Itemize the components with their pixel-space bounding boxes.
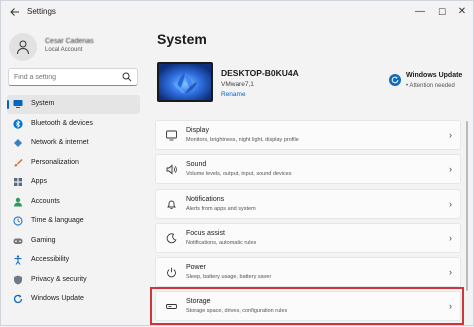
sidebar-item-system[interactable]: System xyxy=(7,95,140,114)
device-name: DESKTOP-B0KU4A xyxy=(221,68,299,78)
setting-card-power[interactable]: Power Sleep, battery usage, battery save… xyxy=(155,257,461,288)
settings-list: Display Monitors, brightness, night ligh… xyxy=(155,120,461,326)
bell-icon xyxy=(167,200,176,209)
card-description: Sleep, battery usage, battery saver xyxy=(186,274,272,281)
sidebar-item-label: Personalization xyxy=(31,158,79,166)
card-description: Storage space, drives, configuration rul… xyxy=(186,308,288,315)
settings-window: Settings — ☐ ✕ Cesar Cadenas Local Accou… xyxy=(0,0,474,326)
title-bar: Settings — ☐ ✕ xyxy=(1,1,473,25)
user-icon xyxy=(17,40,29,55)
sidebar-item-label: Time & language xyxy=(31,217,84,224)
moon-icon xyxy=(166,233,177,244)
windows-update-label[interactable]: Windows Update xyxy=(406,72,462,79)
sidebar-item-network[interactable]: Network & internet xyxy=(7,134,140,153)
search-icon[interactable] xyxy=(122,72,132,82)
sidebar-item-accessibility[interactable]: Accessibility xyxy=(7,251,140,270)
setting-card-focus-assist[interactable]: Focus assist Notifications, automatic ru… xyxy=(155,222,461,253)
speaker-icon xyxy=(166,164,177,175)
device-thumbnail xyxy=(157,62,213,102)
nav-list: System Bluetooth & devices Network & int… xyxy=(7,95,140,310)
bluetooth-icon xyxy=(13,118,23,129)
card-description: Notifications, automatic rules xyxy=(186,239,257,246)
search-input[interactable] xyxy=(14,71,114,83)
search-box[interactable] xyxy=(8,68,138,86)
card-title: Storage xyxy=(186,298,211,306)
accessibility-icon xyxy=(14,255,22,265)
sidebar-item-time-language[interactable]: Time & language xyxy=(7,212,140,231)
chevron-right-icon: › xyxy=(449,267,452,278)
sidebar-item-label: Privacy & security xyxy=(31,275,87,283)
app-title: Settings xyxy=(27,7,56,16)
sidebar-item-label: Bluetooth & devices xyxy=(31,119,93,127)
update-icon xyxy=(13,294,23,304)
maximize-button[interactable]: ☐ xyxy=(433,4,451,20)
sidebar-item-apps[interactable]: Apps xyxy=(7,173,140,192)
minimize-button[interactable]: — xyxy=(411,4,429,20)
back-arrow-icon[interactable] xyxy=(7,5,23,21)
card-title: Sound xyxy=(186,161,207,169)
brush-icon xyxy=(14,158,23,166)
display-icon xyxy=(166,130,177,141)
globe-clock-icon xyxy=(13,216,23,226)
card-title: Notifications xyxy=(186,195,225,203)
chevron-right-icon: › xyxy=(449,164,452,175)
setting-card-display[interactable]: Display Monitors, brightness, night ligh… xyxy=(155,120,461,150)
chevron-right-icon: › xyxy=(449,232,452,243)
windows-update-status: • Attention needed xyxy=(406,83,455,89)
monitor-icon xyxy=(13,100,23,108)
windows-wallpaper-icon xyxy=(159,64,211,100)
sidebar-item-label: Apps xyxy=(31,178,47,185)
setting-card-storage[interactable]: Storage Storage space, drives, configura… xyxy=(155,291,461,322)
setting-card-notifications[interactable]: Notifications Alerts from apps and syste… xyxy=(155,188,461,219)
chevron-right-icon: › xyxy=(449,198,452,209)
sidebar-item-label: Accounts xyxy=(31,197,60,205)
rename-link[interactable]: Rename xyxy=(221,91,246,98)
sidebar-item-gaming[interactable]: Gaming xyxy=(7,232,140,251)
card-title: Focus assist xyxy=(186,229,225,237)
sidebar-item-accounts[interactable]: Accounts xyxy=(7,193,140,212)
card-description: Volume levels, output, input, sound devi… xyxy=(186,171,292,178)
sidebar-item-windows-update[interactable]: Windows Update xyxy=(7,290,140,309)
chevron-right-icon: › xyxy=(449,301,452,312)
card-description: Alerts from apps and system xyxy=(186,205,256,212)
chevron-right-icon: › xyxy=(449,130,452,140)
windows-update-status-icon[interactable] xyxy=(389,74,401,86)
close-button[interactable]: ✕ xyxy=(453,4,471,20)
scrollbar[interactable] xyxy=(466,121,468,291)
network-icon xyxy=(14,139,22,147)
account-type: Local Account xyxy=(45,47,83,53)
sidebar-item-label: Windows Update xyxy=(31,295,84,302)
sidebar-item-label: Network & internet xyxy=(31,139,89,146)
drive-icon xyxy=(166,304,177,310)
sidebar-item-personalization[interactable]: Personalization xyxy=(7,154,140,173)
user-name: Cesar Cadenas xyxy=(45,38,94,45)
person-icon xyxy=(14,197,22,206)
card-title: Display xyxy=(186,127,209,134)
sidebar: Cesar Cadenas Local Account System Bluet… xyxy=(1,25,143,327)
apps-icon xyxy=(14,178,22,186)
page-title: System xyxy=(157,31,207,47)
shield-icon xyxy=(14,275,22,284)
setting-card-sound[interactable]: Sound Volume levels, output, input, soun… xyxy=(155,154,461,185)
sidebar-item-privacy[interactable]: Privacy & security xyxy=(7,271,140,290)
sidebar-item-bluetooth[interactable]: Bluetooth & devices xyxy=(7,115,140,134)
power-icon xyxy=(167,267,176,278)
card-description: Monitors, brightness, night light, displ… xyxy=(186,137,299,143)
card-title: Power xyxy=(186,264,206,272)
device-model: VMware7,1 xyxy=(221,81,254,88)
sidebar-item-label: Accessibility xyxy=(31,256,70,263)
avatar[interactable] xyxy=(9,33,37,61)
gamepad-icon xyxy=(13,238,23,244)
sidebar-item-label: Gaming xyxy=(31,236,56,244)
main-content: System DESKTOP-B0KU4A VMware7,1 Rename W… xyxy=(149,25,463,327)
sidebar-item-label: System xyxy=(31,100,55,107)
